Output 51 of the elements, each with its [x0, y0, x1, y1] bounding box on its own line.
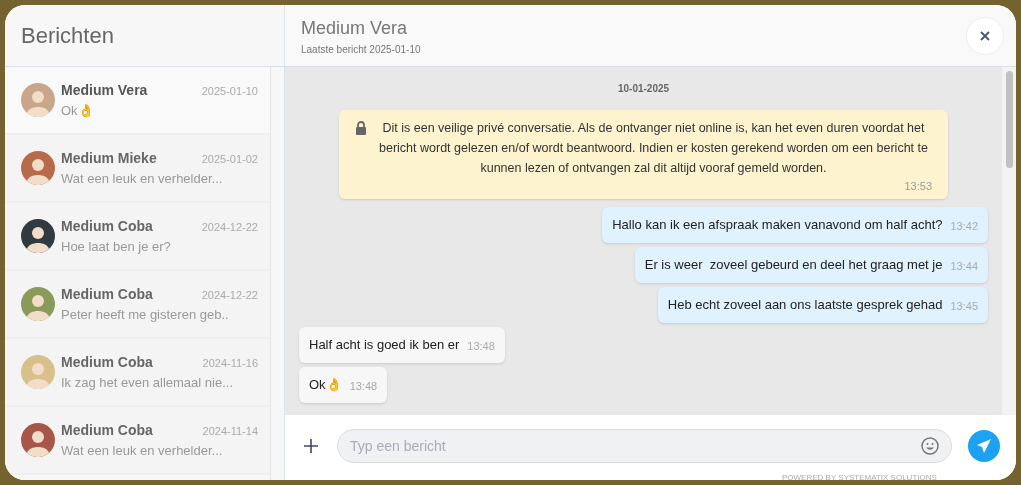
send-icon: [976, 438, 992, 454]
message-preview: Peter heeft me gisteren geb..: [61, 305, 230, 324]
contact-name: Medium Vera: [61, 80, 148, 100]
contact-name: Medium Coba: [61, 216, 153, 236]
notice-text: Dit is een veilige privé conversatie. Als de ontvanger niet online is, kan het even duren voordat het bericht wordt gelezen en/of wordt beantwoord. Indien er kosten gerekend worden om een bericht te kunnen lezen of ontvangen zal dit altijd vooraf gemeld worden.: [378, 120, 929, 177]
conversation-date: 2025-01-10: [201, 83, 258, 99]
chat-subtitle: Laatste bericht 2025-01-10: [301, 42, 421, 57]
contact-name: Medium Coba: [61, 352, 153, 372]
message-field[interactable]: Typ een bericht: [337, 429, 952, 463]
message-preview: Ik zag het even allemaal nie...: [61, 373, 234, 392]
message-preview: Hoe laat ben je er?: [61, 237, 172, 256]
conversation-date: 2024-11-16: [202, 355, 258, 371]
message-preview: Wat een leuk en verhelder...: [61, 441, 224, 460]
message-text: Half acht is goed ik ben er: [309, 335, 460, 354]
add-icon[interactable]: [304, 439, 318, 453]
emoji-icon[interactable]: [921, 437, 939, 455]
message-text: Heb echt zoveel aan ons laatste gesprek gehad: [667, 295, 943, 314]
conversation-date: 2024-12-22: [201, 287, 258, 303]
message-time: 13:44: [950, 258, 978, 274]
message-time: 13:53: [904, 179, 932, 194]
avatar: [21, 355, 55, 389]
conversation-date: 2024-11-14: [202, 423, 258, 439]
close-button[interactable]: [966, 16, 1004, 55]
avatar: [21, 287, 55, 321]
avatar: [21, 219, 55, 253]
message-preview: Ok👌: [61, 101, 95, 120]
contact-name: Medium Coba: [61, 420, 153, 440]
message-time: 13:42: [950, 218, 978, 234]
scrollbar[interactable]: [1002, 67, 1016, 415]
conversation-date: 2025-01-02: [201, 151, 258, 167]
sidebar-title: Berichten: [21, 22, 114, 50]
conversation-date: 2024-12-22: [201, 219, 258, 235]
message-time: 13:45: [950, 298, 978, 314]
day-label: 10-01-2025: [617, 82, 670, 96]
avatar: [21, 423, 55, 457]
message-text: Ok👌: [309, 375, 342, 394]
powered-by-text: POWERED BY SYSTEMATIX SOLUTIONS: [782, 473, 937, 480]
message-time: 13:48: [349, 378, 378, 394]
message-text: Er is weer zoveel gebeurd en deel het graag met je: [644, 255, 943, 274]
avatar: [21, 83, 55, 117]
contact-name: Medium Mieke: [61, 148, 157, 168]
avatar: [21, 151, 55, 185]
message-time: 13:48: [467, 338, 495, 354]
chat-title: Medium Vera: [301, 16, 409, 40]
close-icon: [980, 30, 990, 41]
lock-icon: [355, 121, 367, 135]
message-preview: Wat een leuk en verhelder...: [61, 169, 224, 188]
send-button[interactable]: [968, 430, 1000, 462]
message-input[interactable]: Typ een bericht: [350, 435, 921, 457]
contact-name: Medium Coba: [61, 284, 153, 304]
message-text: Hallo kan ik een afspraak maken vanavond om half acht?: [612, 215, 943, 234]
